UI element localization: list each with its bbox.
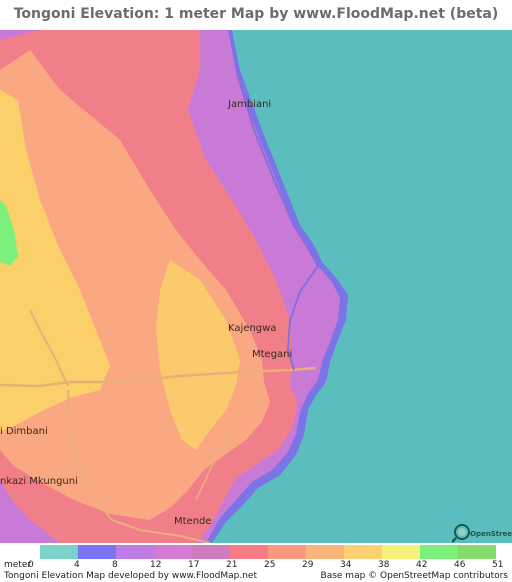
legend-tick-label: 0 (28, 560, 34, 570)
legend-tick-label: 38 (378, 560, 390, 570)
page-title: Tongoni Elevation: 1 meter Map by www.Fl… (13, 6, 499, 22)
legend-swatch (420, 545, 458, 559)
legend-tick-label: 8 (112, 560, 118, 570)
legend-swatch (78, 545, 116, 559)
legend-tick-label: 25 (264, 560, 276, 570)
legend-tick-label: 12 (150, 560, 162, 570)
place-label-dimbani: i Dimbani (0, 426, 48, 437)
legend-swatch (382, 545, 420, 559)
legend-swatch (230, 545, 268, 559)
openstreetmap-logo[interactable]: OpenStreetMap (452, 520, 512, 543)
legend-swatch (306, 545, 344, 559)
place-label-mtegani: Mtegani (252, 349, 293, 360)
footer: Tongoni Elevation Map developed by www.F… (0, 571, 512, 582)
openstreetmap-logo-text: OpenStreetMap (470, 530, 512, 538)
legend-tick-label: 46 (454, 560, 466, 570)
footer-basemap-credit[interactable]: Base map © OpenStreetMap contributors (321, 571, 508, 581)
legend-tick-label: 4 (74, 560, 80, 570)
legend-tick-label: 34 (340, 560, 352, 570)
legend-tick-label: 17 (188, 560, 200, 570)
footer-credit[interactable]: Tongoni Elevation Map developed by www.F… (4, 571, 257, 581)
openstreetmap-logo-icon: OpenStreetMap (452, 524, 512, 543)
legend-swatch (268, 545, 306, 559)
elevation-legend (0, 543, 512, 561)
legend-tick-label: 29 (302, 560, 314, 570)
legend-tick-label: 21 (226, 560, 238, 570)
legend-swatch (458, 545, 496, 559)
legend-swatch (344, 545, 382, 559)
place-label-jambiani: Jambiani (228, 99, 272, 110)
legend-swatch (40, 545, 78, 559)
legend-tick-label: 42 (416, 560, 428, 570)
place-label-mtende: Mtende (174, 516, 212, 527)
place-label-kajengwa: Kajengwa (228, 323, 277, 334)
legend-tick-label: 51 (492, 560, 504, 570)
place-label-mkunguni: nkazi Mkunguni (0, 476, 78, 487)
legend-swatch (192, 545, 230, 559)
elevation-map[interactable]: Jambiani Kajengwa Mtegani i Dimbani nkaz… (0, 30, 512, 543)
legend-swatch (154, 545, 192, 559)
legend-swatch (116, 545, 154, 559)
